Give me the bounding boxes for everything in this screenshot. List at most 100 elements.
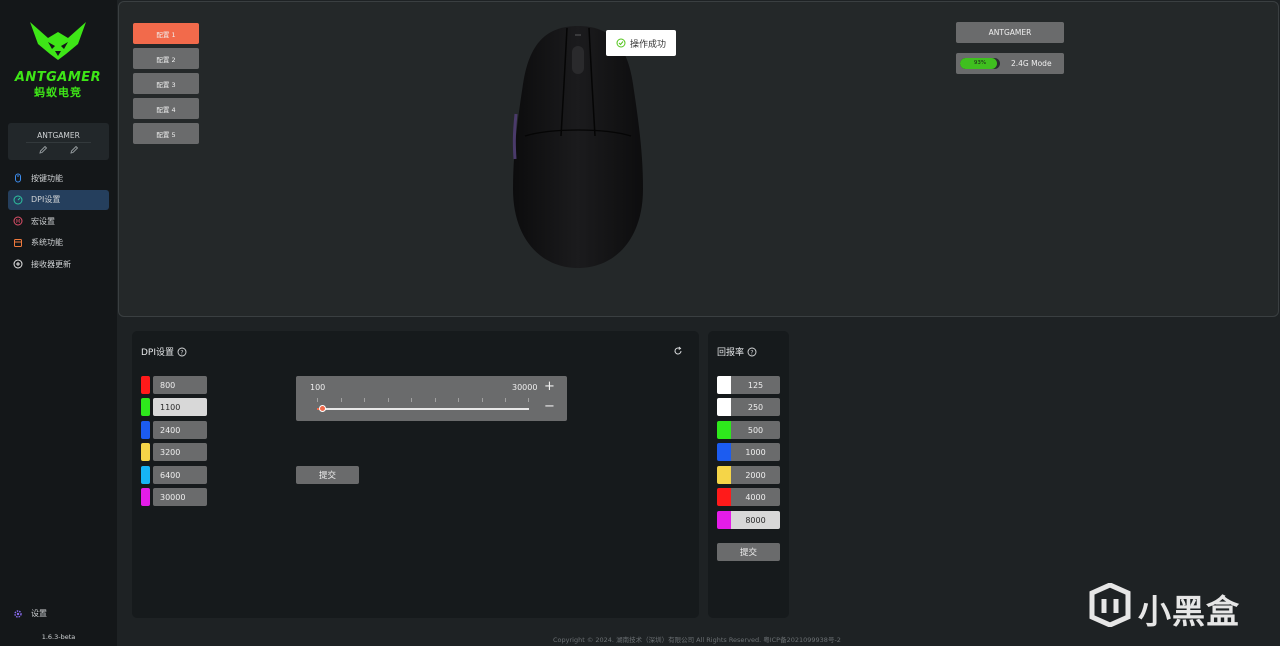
polling-rate-value[interactable]: 2000 (731, 466, 780, 484)
polling-rate-option[interactable]: 8000 (717, 511, 780, 529)
gear-icon (13, 609, 23, 619)
svg-text:M: M (16, 219, 20, 225)
device-name: ANTGAMER (37, 131, 80, 140)
dpi-submit-button[interactable]: 提交 (296, 466, 359, 484)
check-circle-icon (616, 38, 626, 48)
polling-rate-panel: 回报率 ? 125 250 500 1000 2000 4000 8000 提交 (708, 331, 789, 618)
connection-mode-button[interactable]: 93% 2.4G Mode (956, 53, 1064, 74)
connection-mode: 2.4G Mode (1011, 59, 1052, 68)
brand-name: ANTGAMER (14, 70, 102, 85)
nav-label: 宏设置 (31, 216, 55, 226)
polling-rate-value[interactable]: 8000 (731, 511, 780, 529)
polling-rate-value[interactable]: 4000 (731, 488, 780, 506)
polling-rate-option[interactable]: 4000 (717, 488, 780, 506)
slider-tick (317, 398, 318, 402)
dpi-color-chip[interactable] (141, 466, 150, 484)
dpi-value-field[interactable]: 2400 (153, 421, 207, 439)
copyright-footer: Copyright © 2024. 湖南技术（深圳）有限公司 All Right… (553, 636, 841, 644)
polling-rate-option[interactable]: 1000 (717, 443, 780, 461)
svg-text:?: ? (750, 349, 753, 356)
dpi-value-field[interactable]: 800 (153, 376, 207, 394)
slider-tick (528, 398, 529, 402)
macro-icon: M (13, 216, 23, 226)
device-card[interactable]: ANTGAMER (8, 123, 109, 160)
antgamer-logo: ANTGAMER 蚂蚁电竞 (8, 18, 108, 99)
profile-button-1[interactable]: 配置 1 (133, 23, 199, 44)
slider-tick (364, 398, 365, 402)
dpi-value-field[interactable]: 1100 (153, 398, 207, 416)
polling-title-label: 回报率 (717, 348, 745, 358)
help-icon[interactable]: ? (177, 347, 187, 357)
slider-tick (458, 398, 459, 402)
slider-max-label: 30000 (512, 383, 538, 392)
mouse-icon (13, 173, 23, 183)
battery-percent: 93% (973, 60, 987, 66)
nav-label: 系统功能 (31, 238, 63, 247)
profile-button-2[interactable]: 配置 2 (133, 48, 199, 69)
xiaoheihe-watermark: 小黑盒 (1088, 582, 1248, 631)
dpi-color-chip[interactable] (141, 443, 150, 461)
dpi-settings-panel: DPI设置 ? 800 1100 2400 3200 6400 30000 10… (132, 331, 699, 618)
polling-color-chip (717, 421, 731, 439)
dpi-title-label: DPI设置 (141, 348, 175, 358)
settings-link[interactable]: 设置 (13, 608, 47, 619)
nav-item-dpi[interactable]: DPI设置 (8, 189, 109, 210)
nav-item-keys[interactable]: 按键功能 (8, 168, 109, 188)
nav-item-system[interactable]: 系统功能 (8, 233, 109, 253)
slider-tick (505, 398, 506, 402)
svg-text:?: ? (180, 349, 183, 356)
nav-label: 按键功能 (31, 173, 63, 183)
nav-label: DPI设置 (31, 195, 61, 204)
profile-button-4[interactable]: 配置 4 (133, 98, 199, 119)
polling-color-chip (717, 376, 731, 394)
pencil-icon[interactable] (38, 145, 48, 155)
update-icon (13, 259, 23, 269)
ant-logo-icon (30, 22, 86, 60)
dpi-value-field[interactable]: 6400 (153, 466, 207, 484)
polling-rate-value[interactable]: 250 (731, 398, 780, 416)
nav-item-receiver-update[interactable]: 接收器更新 (8, 254, 109, 274)
dpi-value-field[interactable]: 30000 (153, 488, 207, 506)
help-icon[interactable]: ? (747, 347, 757, 357)
xiaoheihe-logo-icon (1089, 582, 1131, 628)
dpi-color-chip[interactable] (141, 421, 150, 439)
slider-tick (388, 398, 389, 402)
polling-rate-option[interactable]: 250 (717, 398, 780, 416)
polling-rate-option[interactable]: 125 (717, 376, 780, 394)
sidebar-nav: 按键功能 DPI设置 M 宏设置 系统功能 接收器更新 (8, 168, 109, 276)
dpi-color-chip[interactable] (141, 488, 150, 506)
nav-item-macro[interactable]: M 宏设置 (8, 211, 109, 231)
dpi-value-field[interactable]: 3200 (153, 443, 207, 461)
dpi-slider-handle[interactable] (319, 405, 326, 412)
gauge-icon (13, 195, 23, 205)
profile-button-3[interactable]: 配置 3 (133, 73, 199, 94)
dpi-slider-track[interactable] (317, 405, 529, 412)
increase-button[interactable]: + (544, 379, 555, 394)
device-preview-panel: 配置 1 配置 2 配置 3 配置 4 配置 5 操作成功 ANTGAMER 9 (118, 1, 1279, 317)
polling-rate-value[interactable]: 1000 (731, 443, 780, 461)
profile-button-5[interactable]: 配置 5 (133, 123, 199, 144)
nav-label: 接收器更新 (31, 259, 71, 269)
dpi-color-chip[interactable] (141, 398, 150, 416)
dpi-slider-box: 100 30000 + − (296, 376, 567, 421)
slider-tick (482, 398, 483, 402)
divider (26, 142, 91, 143)
battery-indicator: 93% (960, 58, 1000, 69)
slider-tick (435, 398, 436, 402)
device-brand-button[interactable]: ANTGAMER (956, 22, 1064, 43)
pencil-icon[interactable] (69, 145, 79, 155)
app-version: 1.6.3-beta (41, 633, 76, 641)
refresh-icon[interactable] (673, 346, 683, 356)
dpi-color-chip[interactable] (141, 376, 150, 394)
polling-rate-option[interactable]: 500 (717, 421, 780, 439)
polling-submit-button[interactable]: 提交 (717, 543, 780, 561)
mouse-image (512, 26, 643, 268)
sidebar: ANTGAMER 蚂蚁电竞 ANTGAMER 按键功能 DPI设置 M 宏设置 … (0, 0, 117, 646)
watermark-text: 小黑盒 (1138, 592, 1240, 631)
polling-rate-value[interactable]: 125 (731, 376, 780, 394)
decrease-button[interactable]: − (544, 399, 555, 414)
polling-color-chip (717, 443, 731, 461)
slider-tick (411, 398, 412, 402)
polling-rate-value[interactable]: 500 (731, 421, 780, 439)
polling-rate-option[interactable]: 2000 (717, 466, 780, 484)
